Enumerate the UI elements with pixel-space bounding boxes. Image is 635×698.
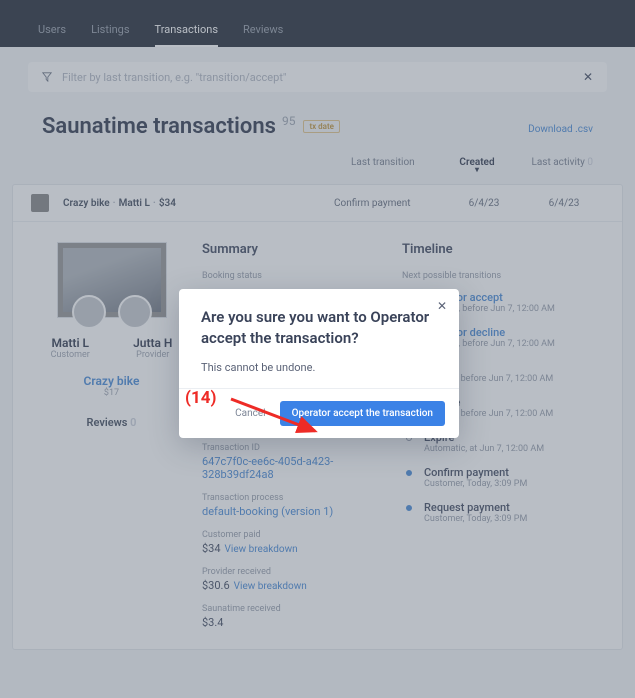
close-icon[interactable]: ✕ — [437, 299, 447, 313]
modal-subtitle: This cannot be undone. — [201, 361, 437, 374]
annotation-arrow-icon — [229, 393, 329, 443]
annotation-label: (14) — [185, 388, 216, 408]
modal-title: Are you sure you want to Operator accept… — [201, 307, 437, 349]
